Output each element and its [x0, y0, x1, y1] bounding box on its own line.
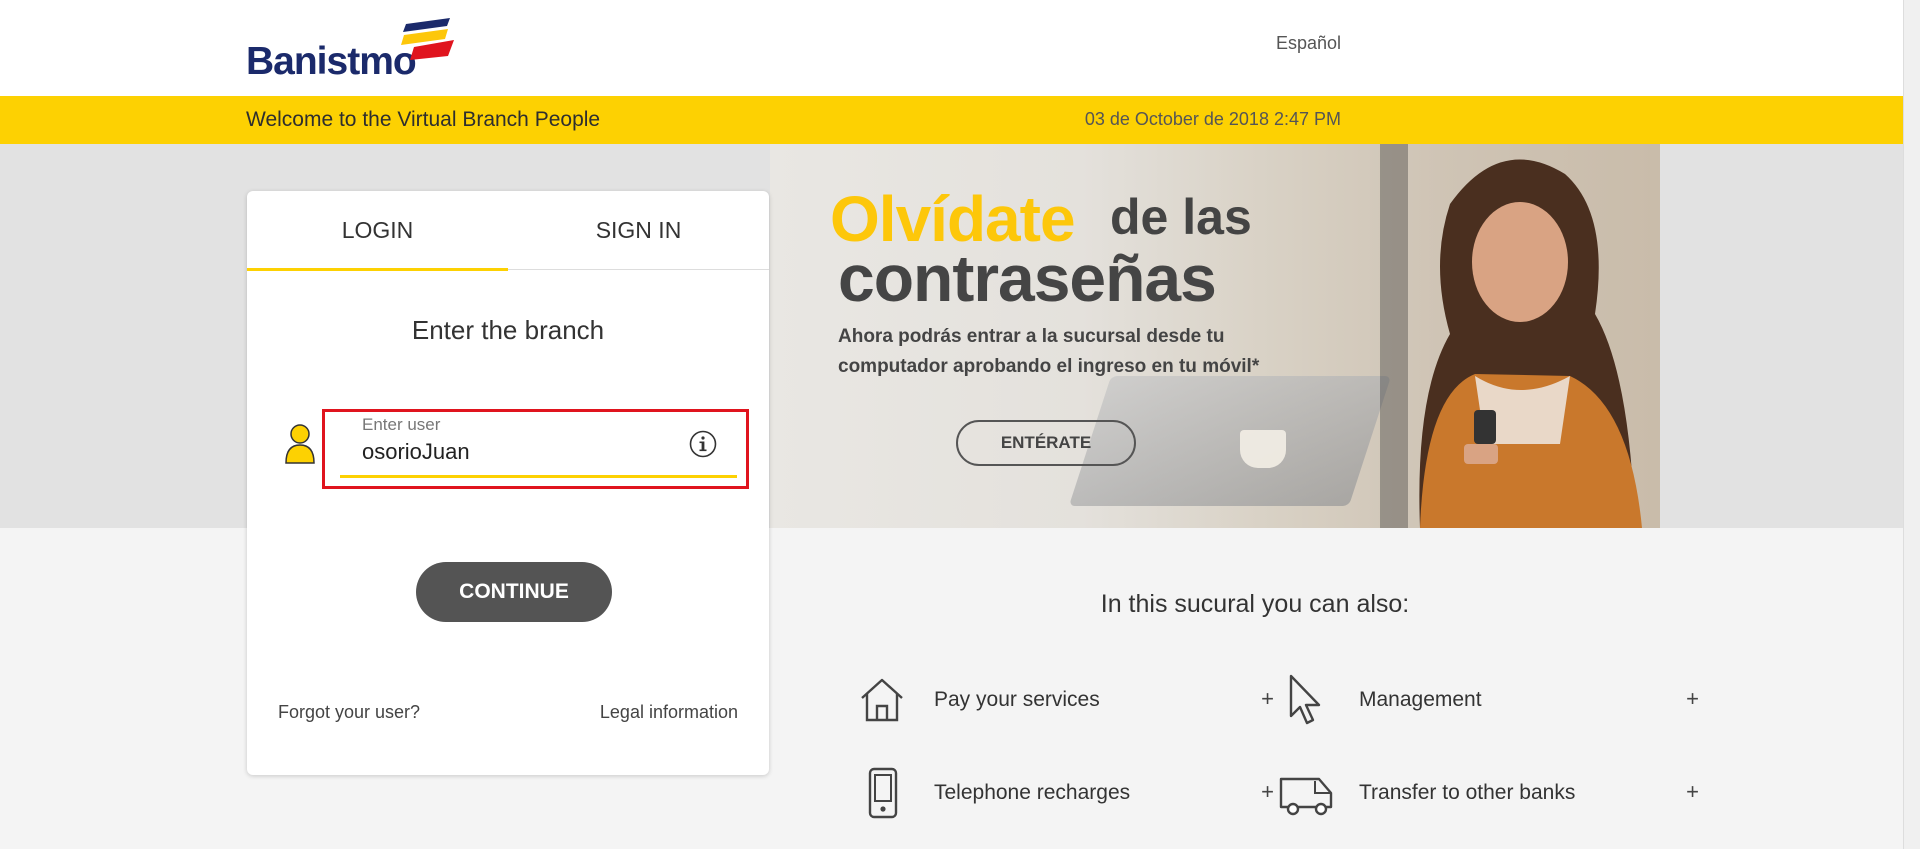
user-field-label: Enter user — [362, 415, 441, 434]
promo-banner: Olvídate de las contraseñas Ahora podrás… — [770, 144, 1660, 528]
phone-icon — [868, 767, 898, 819]
banner-headline-line2: contraseñas — [838, 241, 1217, 315]
legal-information-link[interactable]: Legal information — [600, 702, 738, 723]
feature-telephone-recharges[interactable]: Telephone recharges + — [854, 765, 1274, 821]
user-input[interactable] — [362, 436, 692, 468]
welcome-text: Welcome to the Virtual Branch People — [246, 108, 601, 131]
feature-management[interactable]: Management + — [1279, 672, 1699, 728]
feature-label: Transfer to other banks — [1359, 781, 1576, 804]
truck-icon — [1279, 777, 1333, 816]
tab-login[interactable]: LOGIN — [247, 191, 508, 271]
vertical-scrollbar[interactable] — [1903, 0, 1920, 849]
plus-icon: + — [1686, 779, 1699, 804]
current-datetime: 03 de October de 2018 2:47 PM — [1084, 109, 1341, 129]
plus-icon: + — [1261, 779, 1274, 804]
banner-body-text: Ahora podrás entrar a la sucursal desde … — [838, 326, 1260, 377]
banner-headline-rest: de las — [1110, 189, 1252, 245]
tab-sign-in[interactable]: SIGN IN — [508, 191, 769, 269]
plus-icon: + — [1261, 686, 1274, 711]
top-bar: Banistmo Español — [0, 0, 1904, 96]
feature-label: Pay your services — [934, 688, 1100, 711]
forgot-user-link[interactable]: Forgot your user? — [278, 702, 420, 723]
enterate-button[interactable]: ENTÉRATE — [956, 420, 1136, 466]
login-tabs: LOGIN SIGN IN — [247, 191, 769, 271]
card-title: Enter the branch — [411, 315, 605, 345]
plus-icon: + — [1686, 686, 1699, 711]
cup-image — [1240, 430, 1286, 468]
woman-with-phone-image — [1380, 144, 1642, 528]
logo-text: Banistmo — [246, 40, 417, 83]
house-icon — [861, 678, 903, 722]
user-icon — [285, 424, 315, 464]
language-selector[interactable]: Español — [1276, 33, 1341, 54]
login-card: LOGIN SIGN IN Enter the branch Enter use… — [247, 191, 769, 775]
feature-transfer-other-banks[interactable]: Transfer to other banks + — [1279, 765, 1699, 821]
feature-label: Management — [1359, 688, 1482, 711]
user-field-underline — [340, 475, 737, 478]
cursor-icon — [1289, 674, 1321, 725]
banistmo-logo[interactable]: Banistmo — [246, 18, 456, 84]
continue-button[interactable]: CONTINUE — [416, 562, 612, 622]
feature-label: Telephone recharges — [934, 781, 1131, 804]
info-icon[interactable] — [688, 429, 718, 459]
welcome-bar: Welcome to the Virtual Branch People 03 … — [0, 96, 1904, 144]
features-title: In this sucural you can also: — [1100, 590, 1410, 618]
logo-stripes-icon — [401, 18, 454, 60]
feature-pay-services[interactable]: Pay your services + — [854, 672, 1274, 728]
